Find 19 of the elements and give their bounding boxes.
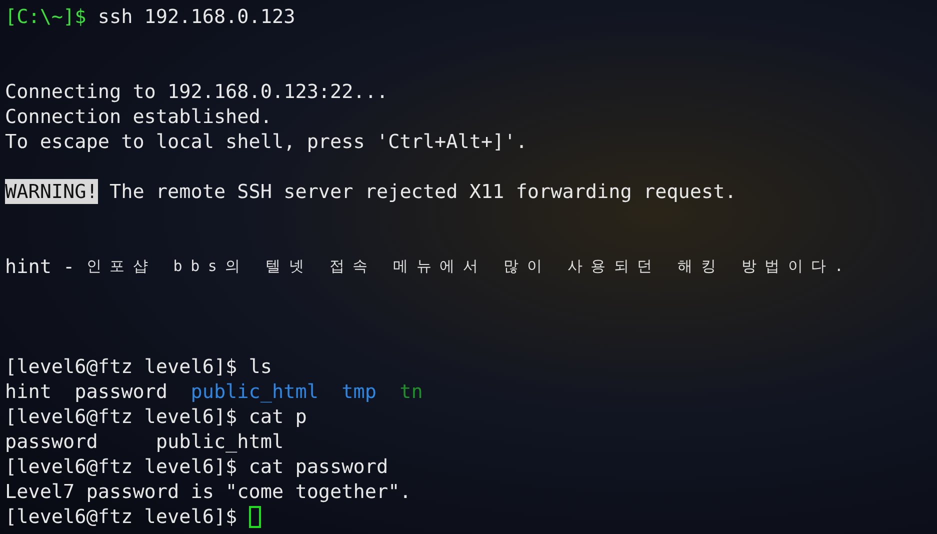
output-text: [level6@ftz level6]$ cat password [5, 454, 388, 479]
output-text: To escape to local shell, press 'Ctrl+Alt+]'. [5, 129, 528, 154]
directory-name: tmp [342, 379, 376, 404]
shell-prompt: [C:\~]$ [5, 4, 88, 29]
output-text: [level6@ftz level6]$ ls [5, 354, 272, 379]
output-text: Connecting to 192.168.0.123:22... [5, 79, 388, 104]
output-text: The remote SSH server rejected X11 forwarding request. [108, 179, 736, 204]
warning-label: WARNING! [5, 179, 98, 204]
output-text: hint - [5, 254, 76, 279]
hint-text: 인포샵 bbs의 텔넷 접속 메뉴에서 많이 사용되던 해킹 방법이다. [86, 256, 852, 277]
output-text: [level6@ftz level6]$ [5, 504, 238, 529]
output-text: password public_html [5, 429, 284, 454]
output-text: hint password [5, 379, 168, 404]
output-text: Level7 password is "come together". [5, 479, 412, 504]
file-name: tn [400, 379, 423, 404]
output-text: [level6@ftz level6]$ cat p [5, 404, 307, 429]
output-text: ssh 192.168.0.123 [98, 4, 296, 29]
directory-name: public_html [190, 379, 318, 404]
output-text: Connection established. [5, 104, 272, 129]
